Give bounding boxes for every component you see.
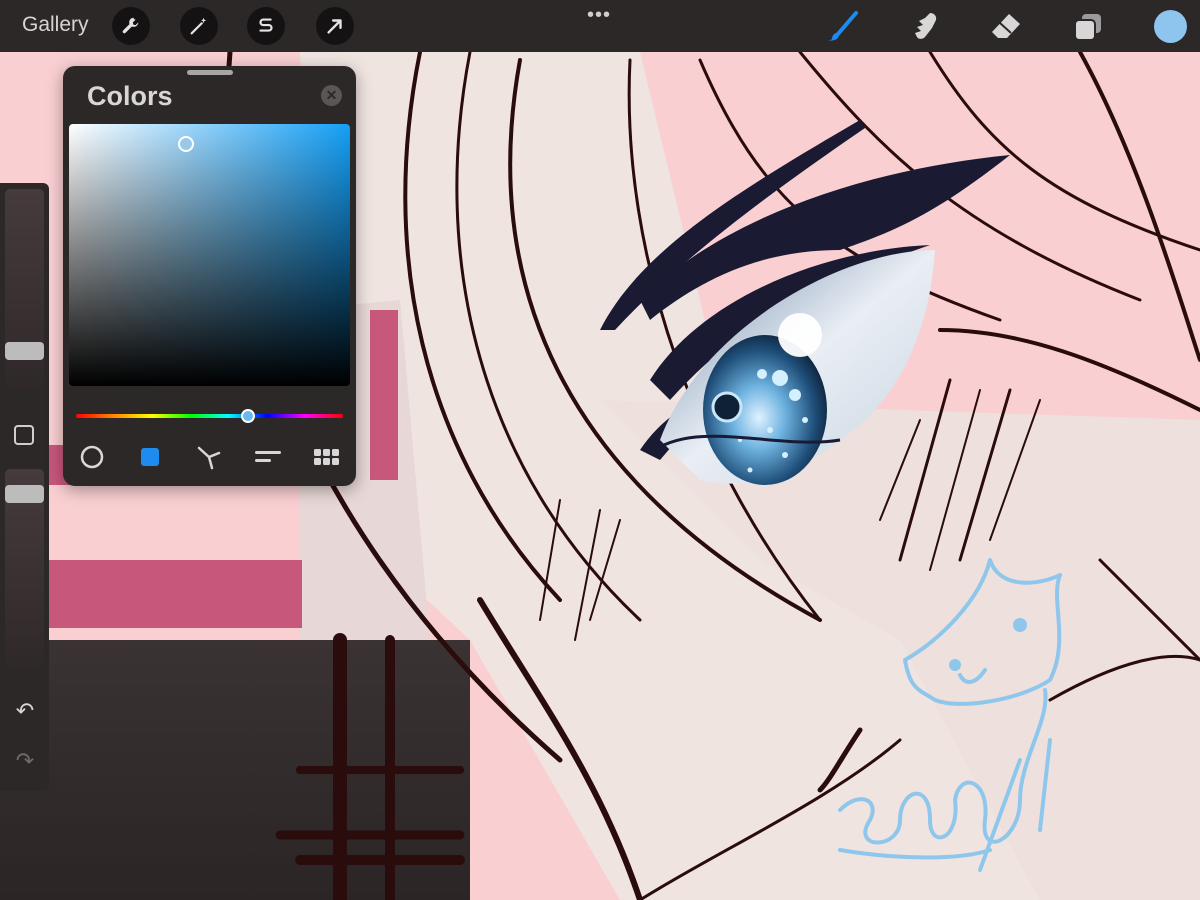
value-icon: [255, 451, 281, 462]
selection-button[interactable]: [247, 7, 285, 45]
transform-button[interactable]: [316, 7, 354, 45]
close-icon[interactable]: ✕: [321, 85, 342, 106]
hue-slider[interactable]: [76, 414, 343, 418]
eraser-icon: [992, 14, 1020, 38]
layers-icon: [1074, 14, 1101, 41]
wrench-icon: [122, 17, 139, 34]
brush-icon: [828, 11, 858, 41]
tab-palettes[interactable]: [312, 444, 342, 470]
tab-value[interactable]: [253, 444, 283, 470]
adjustments-button[interactable]: [180, 7, 218, 45]
top-toolbar: Gallery •••: [0, 0, 1200, 52]
more-options-icon[interactable]: •••: [587, 4, 611, 27]
palettes-icon: [314, 449, 339, 465]
transform-arrow-icon: [327, 19, 342, 34]
panel-title: Colors: [87, 81, 173, 111]
undo-button[interactable]: ↶: [10, 698, 40, 723]
panel-grab-handle[interactable]: [187, 70, 233, 75]
left-sidebar: ↶ ↷: [0, 183, 49, 791]
layers-button[interactable]: [1071, 10, 1105, 44]
eraser-tool-button[interactable]: [989, 10, 1023, 44]
colors-panel: Colors ✕: [63, 66, 356, 486]
undo-icon: ↶: [15, 698, 35, 723]
saturation-brightness-square[interactable]: [69, 124, 350, 386]
tab-disc[interactable]: [77, 444, 107, 470]
brush-size-thumb[interactable]: [5, 342, 44, 360]
redo-button[interactable]: ↷: [10, 748, 40, 773]
classic-icon: [141, 448, 159, 466]
smudge-tool-button[interactable]: [908, 10, 942, 44]
hue-slider-knob[interactable]: [241, 409, 255, 423]
brush-tool-button[interactable]: [826, 10, 860, 44]
actions-button[interactable]: [112, 7, 150, 45]
disc-icon: [80, 445, 104, 469]
tab-classic[interactable]: [135, 444, 165, 470]
gallery-button[interactable]: Gallery: [22, 13, 89, 37]
selection-icon: [259, 18, 273, 32]
opacity-thumb[interactable]: [5, 485, 44, 503]
current-color-swatch[interactable]: [1154, 10, 1187, 43]
modify-button[interactable]: [14, 425, 34, 445]
magic-wand-icon: [190, 17, 207, 35]
tab-harmony[interactable]: [194, 444, 224, 470]
smudge-icon: [915, 13, 937, 39]
color-picker-knob[interactable]: [178, 136, 194, 152]
redo-icon: ↷: [15, 748, 35, 773]
harmony-icon: [197, 446, 221, 470]
